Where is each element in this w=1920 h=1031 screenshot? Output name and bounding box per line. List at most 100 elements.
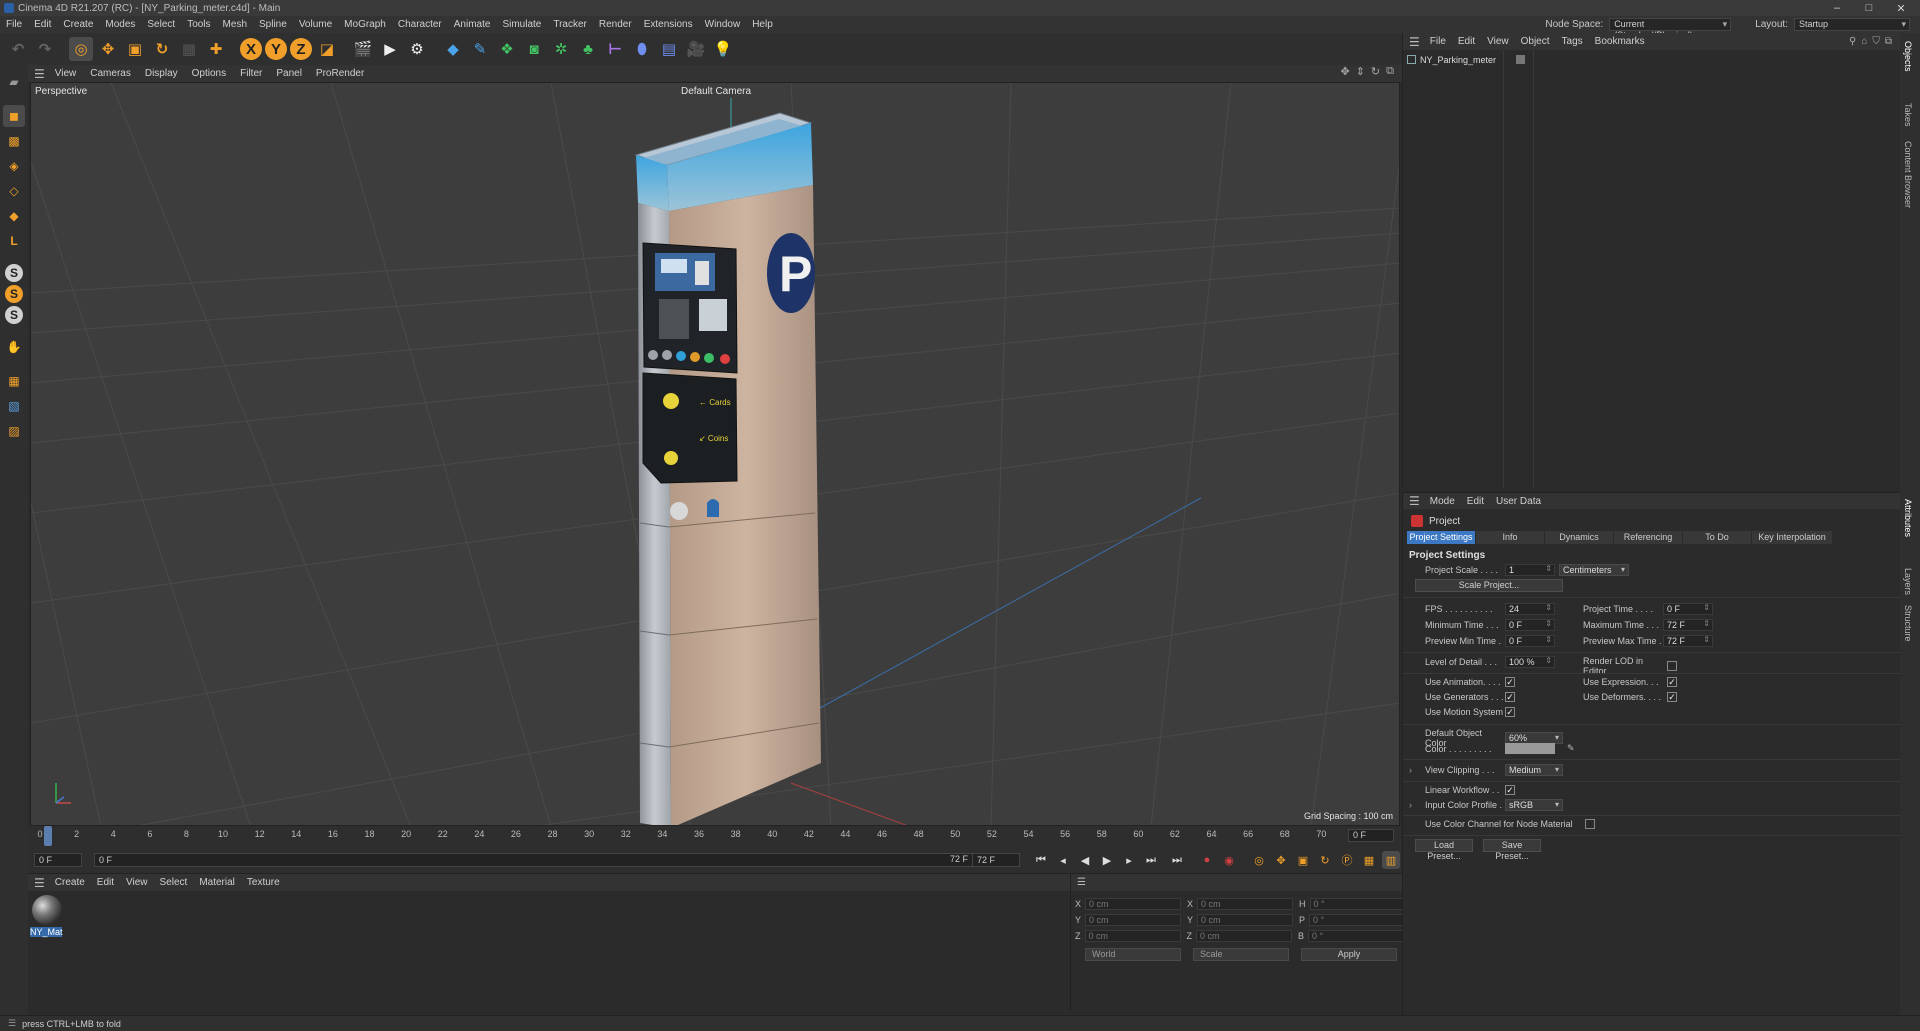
key-pla-icon[interactable]: ▦	[1360, 851, 1378, 869]
object-row[interactable]: NY_Parking_meter	[1407, 53, 1526, 66]
viewport-menu-prorender[interactable]: ProRender	[316, 68, 364, 79]
go-to-end-icon[interactable]: ⏭	[1168, 851, 1186, 869]
menu-extensions[interactable]: Extensions	[644, 19, 693, 30]
menu-file[interactable]: File	[6, 19, 22, 30]
menu-volume[interactable]: Volume	[299, 19, 332, 30]
end-frame-field[interactable]: 72 F	[972, 853, 1020, 867]
material-name[interactable]: NY_Mat	[30, 927, 63, 937]
object-menu-bookmarks[interactable]: Bookmarks	[1595, 36, 1645, 47]
make-editable-icon[interactable]: ▰	[3, 71, 25, 93]
attribute-menu-user-data[interactable]: User Data	[1496, 496, 1541, 507]
viewport-menu-cameras[interactable]: Cameras	[90, 68, 131, 79]
linear-workflow-checkbox[interactable]: ✓	[1505, 785, 1515, 795]
edges-mode-icon[interactable]: ◇	[3, 180, 25, 202]
maximum-time-field[interactable]: 72 F	[1663, 619, 1713, 631]
snap-icon[interactable]: ✋	[3, 336, 25, 358]
current-frame-field[interactable]: 0 F	[1348, 829, 1394, 842]
render-settings-icon[interactable]: ⚙	[405, 37, 429, 61]
timeline-playhead[interactable]	[44, 826, 52, 846]
viewport-rotate-icon[interactable]: ↻	[1371, 65, 1380, 78]
tab-structure[interactable]: Structure	[1903, 605, 1913, 642]
size-mode-select[interactable]: Scale	[1193, 948, 1289, 961]
size-z-field[interactable]: 0 cm	[1196, 930, 1292, 942]
material-menu-select[interactable]: Select	[160, 877, 188, 888]
field-icon[interactable]: ⬮	[630, 37, 654, 61]
color-picker-icon[interactable]: ✎	[1567, 743, 1575, 754]
camera-icon[interactable]: 🎥	[684, 37, 708, 61]
light-icon[interactable]: 💡	[711, 37, 735, 61]
timeline-ruler[interactable]: 0 2 4 6 8 10 12 14 16 18 20 22 24 26 28 30 32 34 36 38 40 42 4…	[28, 826, 1402, 846]
tab-referencing[interactable]: Referencing	[1614, 531, 1682, 544]
preview-max-time-field[interactable]: 72 F	[1663, 635, 1713, 647]
tab-attributes[interactable]: Attributes	[1903, 499, 1913, 537]
viewport-hamburger-icon[interactable]: ☰	[34, 67, 45, 81]
keyframe-selection-icon[interactable]: ◎	[1250, 851, 1268, 869]
solo-mode-button[interactable]: S	[5, 264, 23, 282]
minimize-button[interactable]: –	[1822, 0, 1852, 16]
mograph-icon[interactable]: ♣	[576, 37, 600, 61]
object-menu-tags[interactable]: Tags	[1562, 36, 1583, 47]
tab-dynamics[interactable]: Dynamics	[1545, 531, 1613, 544]
next-frame-icon[interactable]: ▸	[1120, 851, 1138, 869]
key-rotation-icon[interactable]: ↻	[1316, 851, 1334, 869]
tab-takes[interactable]: Takes	[1903, 103, 1913, 127]
view-clipping-select[interactable]: Medium	[1505, 764, 1563, 776]
object-menu-view[interactable]: View	[1487, 36, 1509, 47]
move-tool-icon[interactable]: ✥	[96, 37, 120, 61]
position-y-field[interactable]: 0 cm	[1085, 914, 1182, 926]
project-time-field[interactable]: 0 F	[1663, 603, 1713, 615]
go-to-start-icon[interactable]: ⏮	[1032, 851, 1050, 869]
viewport-menu-view[interactable]: View	[55, 68, 77, 79]
rotation-p-field[interactable]: 0 °	[1309, 914, 1406, 926]
workplane-icon[interactable]: ▦	[3, 370, 25, 392]
object-new-window-icon[interactable]: ⧉	[1885, 36, 1892, 47]
play-forward-icon[interactable]: ▶	[1098, 851, 1116, 869]
points-mode-icon[interactable]: ◈	[3, 155, 25, 177]
z-axis-lock-button[interactable]: Z	[290, 38, 312, 60]
y-axis-lock-button[interactable]: Y	[265, 38, 287, 60]
preview-min-time-field[interactable]: 0 F	[1505, 635, 1555, 647]
use-motion-system-checkbox[interactable]: ✓	[1505, 707, 1515, 717]
material-menu-texture[interactable]: Texture	[247, 877, 280, 888]
minimum-time-field[interactable]: 0 F	[1505, 619, 1555, 631]
menu-simulate[interactable]: Simulate	[502, 19, 541, 30]
save-preset-button[interactable]: Save Preset...	[1483, 839, 1541, 861]
object-visibility-icon[interactable]	[1516, 55, 1526, 64]
coordinates-hamburger-icon[interactable]: ☰	[1077, 877, 1086, 888]
key-position-icon[interactable]: ✥	[1272, 851, 1290, 869]
tab-content-browser[interactable]: Content Browser	[1903, 141, 1913, 208]
undo-icon[interactable]: ↶	[6, 37, 30, 61]
record-active-objects-icon[interactable]: ●	[1198, 851, 1216, 869]
subdivision-surface-icon[interactable]: ❖	[495, 37, 519, 61]
use-deformers-checkbox[interactable]: ✓	[1667, 692, 1677, 702]
render-picture-viewer-icon[interactable]: ▶	[378, 37, 402, 61]
solo-selection-button[interactable]: S	[5, 306, 23, 324]
menu-tools[interactable]: Tools	[187, 19, 210, 30]
menu-tracker[interactable]: Tracker	[553, 19, 587, 30]
attribute-menu-mode[interactable]: Mode	[1430, 496, 1455, 507]
viewport-menu-filter[interactable]: Filter	[240, 68, 262, 79]
object-home-icon[interactable]: ⌂	[1861, 36, 1867, 47]
use-animation-checkbox[interactable]: ✓	[1505, 677, 1515, 687]
material-menu-create[interactable]: Create	[55, 877, 85, 888]
use-expression-checkbox[interactable]: ✓	[1667, 677, 1677, 687]
perspective-viewport[interactable]: P ← Cards ↙ Coins Perspective Default Ca…	[30, 82, 1400, 826]
key-parameter-icon[interactable]: Ⓟ	[1338, 851, 1356, 869]
input-color-profile-expand-icon[interactable]: ›	[1409, 800, 1425, 810]
locked-workplane-icon[interactable]: ▨	[3, 420, 25, 442]
tab-to-do[interactable]: To Do	[1683, 531, 1751, 544]
coordinate-system-icon[interactable]: ◪	[315, 37, 339, 61]
menu-help[interactable]: Help	[752, 19, 773, 30]
live-selection-icon[interactable]: ◎	[69, 37, 93, 61]
menu-edit[interactable]: Edit	[34, 19, 51, 30]
autokeying-icon[interactable]: ◉	[1220, 851, 1238, 869]
project-scale-unit-select[interactable]: Centimeters	[1559, 564, 1629, 576]
size-x-field[interactable]: 0 cm	[1197, 898, 1294, 910]
position-z-field[interactable]: 0 cm	[1084, 930, 1181, 942]
scale-project-button[interactable]: Scale Project...	[1415, 579, 1563, 592]
level-of-detail-field[interactable]: 100 %	[1505, 656, 1555, 668]
key-scale-icon[interactable]: ▣	[1294, 851, 1312, 869]
node-space-select[interactable]: Current (Standard/Physical)	[1609, 18, 1732, 40]
menu-character[interactable]: Character	[398, 19, 442, 30]
viewport-menu-display[interactable]: Display	[145, 68, 178, 79]
